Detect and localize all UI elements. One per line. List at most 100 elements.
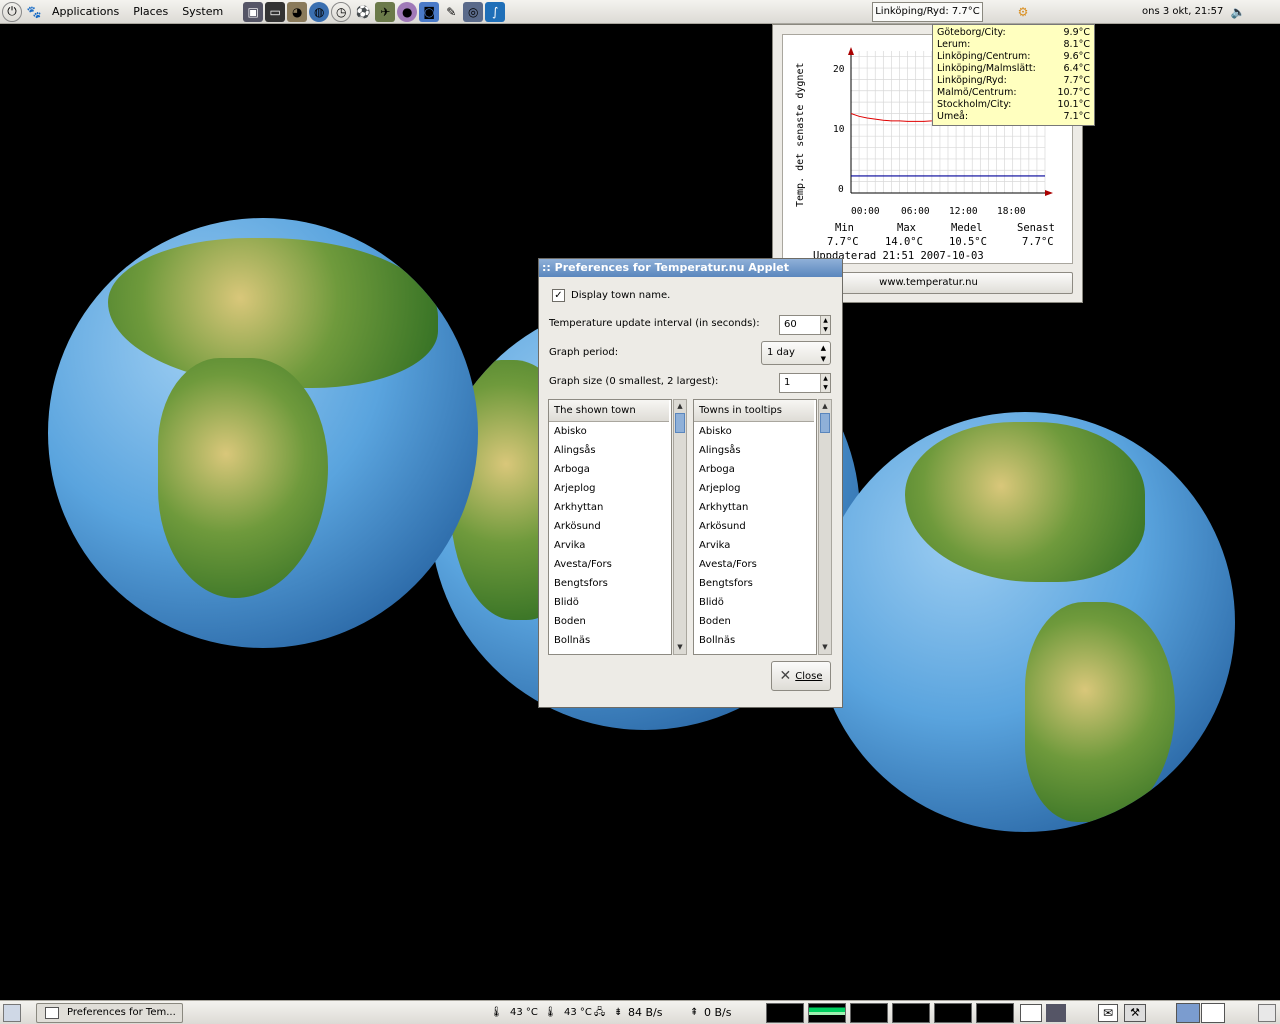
system-monitor-mem[interactable] [808,1003,846,1023]
clock-launcher-icon[interactable]: ◷ [331,1,352,22]
stat-header-senast: Senast [1017,222,1055,234]
list-item[interactable]: Alingsås [549,441,671,460]
list-item[interactable]: Arboga [694,460,816,479]
list-item[interactable]: Alingsås [694,441,816,460]
list-item[interactable]: Arkhyttan [549,498,671,517]
shown-town-list[interactable]: The shown town Abisko Alingsås Arboga Ar… [548,399,672,655]
tooltip-row: Lerum: 8.1°C [937,39,1090,51]
tools-icon[interactable]: ⚒ [1124,1004,1146,1022]
list-item[interactable]: Arjeplog [549,479,671,498]
workspace-1[interactable] [1176,1003,1200,1023]
list-item[interactable]: Arkösund [694,517,816,536]
system-monitor-load[interactable] [934,1003,972,1023]
list-item[interactable]: Blidö [549,593,671,612]
list-item[interactable]: Arvika [549,536,671,555]
towns-tooltip: Göteborg/City: 9.9°C Lerum: 8.1°C Linköpin… [932,24,1095,126]
scroll-thumb[interactable] [675,413,685,433]
gimp-launcher-icon[interactable]: ◕ [287,1,308,22]
update-notifier-icon[interactable]: ⚙ [1013,2,1033,22]
graph-x-axis-arrow [1045,190,1053,196]
cpu-temp-2: 43 °C [564,1007,592,1018]
list-item[interactable]: Arboga [549,460,671,479]
menu-places[interactable]: Places [126,0,175,24]
menu-system[interactable]: System [175,0,230,24]
list-item[interactable]: Boden [549,612,671,631]
interval-spinbutton[interactable]: 60 ▲ ▼ [779,315,831,335]
terminal-launcher-icon[interactable]: ▭ [265,1,286,22]
network-icon: 🖧 [594,1007,606,1018]
menu-applications[interactable]: Applications [45,0,126,24]
list-item[interactable]: Arkösund [549,517,671,536]
list-item[interactable]: Abisko [694,422,816,441]
size-spinbutton[interactable]: 1 ▲ ▼ [779,373,831,393]
list-item[interactable]: Bollnäs [694,631,816,650]
x-tick-00: 00:00 [851,206,880,217]
list-item[interactable]: Bengtsfors [549,574,671,593]
tooltip-row: Stockholm/City: 10.1°C [937,99,1090,111]
download-icon: ⇟ [614,1007,623,1018]
trash-icon[interactable] [1258,1004,1276,1022]
shutdown-icon[interactable]: ⏻ [2,1,22,22]
size-spin-arrows[interactable]: ▲ ▼ [820,374,830,392]
bottom-panel: Preferences for Tem... 🌡 43 °C 🌡 43 °C 🖧… [0,1000,1280,1024]
scroll-down-arrow-icon[interactable]: ▼ [674,641,686,654]
disk-launcher-icon[interactable]: ◙ [419,1,440,22]
mail-icon[interactable]: ✉ [1098,1004,1118,1022]
workspace-switcher[interactable] [1020,1004,1042,1022]
shown-town-scrollbar[interactable]: ▲ ▼ [673,399,687,655]
interval-value: 60 [784,319,797,330]
scroll-thumb[interactable] [820,413,830,433]
tooltip-towns-header[interactable]: Towns in tooltips [694,400,814,422]
weather-applet[interactable]: Linköping/Ryd: 7.7°C [872,2,983,22]
display-town-checkbox[interactable]: ✓ [552,289,565,302]
system-monitor-cpu[interactable] [766,1003,804,1023]
app-icon[interactable] [1046,1004,1066,1022]
taskbar-item-preferences[interactable]: Preferences for Tem... [36,1003,183,1023]
period-combobox[interactable]: 1 day ▲ ▼ [761,341,831,365]
list-item[interactable]: Abisko [549,422,671,441]
web-browser-launcher-icon[interactable]: ◍ [309,1,330,22]
list-item[interactable]: Avesta/Fors [549,555,671,574]
scroll-down-arrow-icon[interactable]: ▼ [819,641,831,654]
list-item[interactable]: Bengtsfors [694,574,816,593]
pipette-launcher-icon[interactable]: ✎ [441,2,461,22]
list-item[interactable]: Bollnäs [549,631,671,650]
combo-arrows-icon: ▲ ▼ [820,344,826,363]
list-item[interactable]: Blidö [694,593,816,612]
list-item[interactable]: Arvika [694,536,816,555]
game-launcher-icon[interactable]: ✈ [375,1,396,22]
chart-launcher-icon[interactable]: ∫ [485,1,506,22]
gnome-foot-icon[interactable]: 🐾 [24,2,44,22]
chat-launcher-icon[interactable]: ● [397,1,418,22]
network-launcher-icon[interactable]: ◎ [463,1,484,22]
stat-value-max: 14.0°C [885,236,923,248]
football-launcher-icon[interactable]: ⚽ [353,2,373,22]
shown-town-header[interactable]: The shown town [549,400,669,422]
list-item[interactable]: Boden [694,612,816,631]
volume-icon[interactable]: 🔈 [1228,2,1248,22]
close-button[interactable]: ✕ Close [771,661,831,691]
scroll-up-arrow-icon[interactable]: ▲ [674,400,686,413]
tooltip-temp: 7.1°C [1063,111,1091,122]
system-monitor-disk[interactable] [976,1003,1014,1023]
tooltip-temp: 9.9°C [1063,27,1091,38]
clock[interactable]: ons 3 okt, 21:57 [1142,0,1223,24]
tooltip-temp: 8.1°C [1063,39,1091,50]
tooltip-town: Lerum: [937,39,971,50]
system-monitor-net[interactable] [850,1003,888,1023]
monitor-launcher-icon[interactable]: ▣ [243,1,264,22]
thermometer-icon: 🌡 [544,1007,557,1018]
workspace-2[interactable] [1201,1003,1225,1023]
system-monitor-swap[interactable] [892,1003,930,1023]
tooltip-towns-list[interactable]: Towns in tooltips Abisko Alingsås Arboga… [693,399,817,655]
list-item[interactable]: Avesta/Fors [694,555,816,574]
net-down-rate: 84 B/s [628,1006,663,1019]
scroll-up-arrow-icon[interactable]: ▲ [819,400,831,413]
list-item[interactable]: Arjeplog [694,479,816,498]
tooltip-temp: 7.7°C [1063,75,1091,86]
dialog-title-bar[interactable]: :: Preferences for Temperatur.nu Applet [539,259,842,277]
tooltip-towns-scrollbar[interactable]: ▲ ▼ [818,399,832,655]
show-desktop-icon[interactable] [3,1004,21,1022]
list-item[interactable]: Arkhyttan [694,498,816,517]
interval-spin-arrows[interactable]: ▲ ▼ [820,316,830,334]
